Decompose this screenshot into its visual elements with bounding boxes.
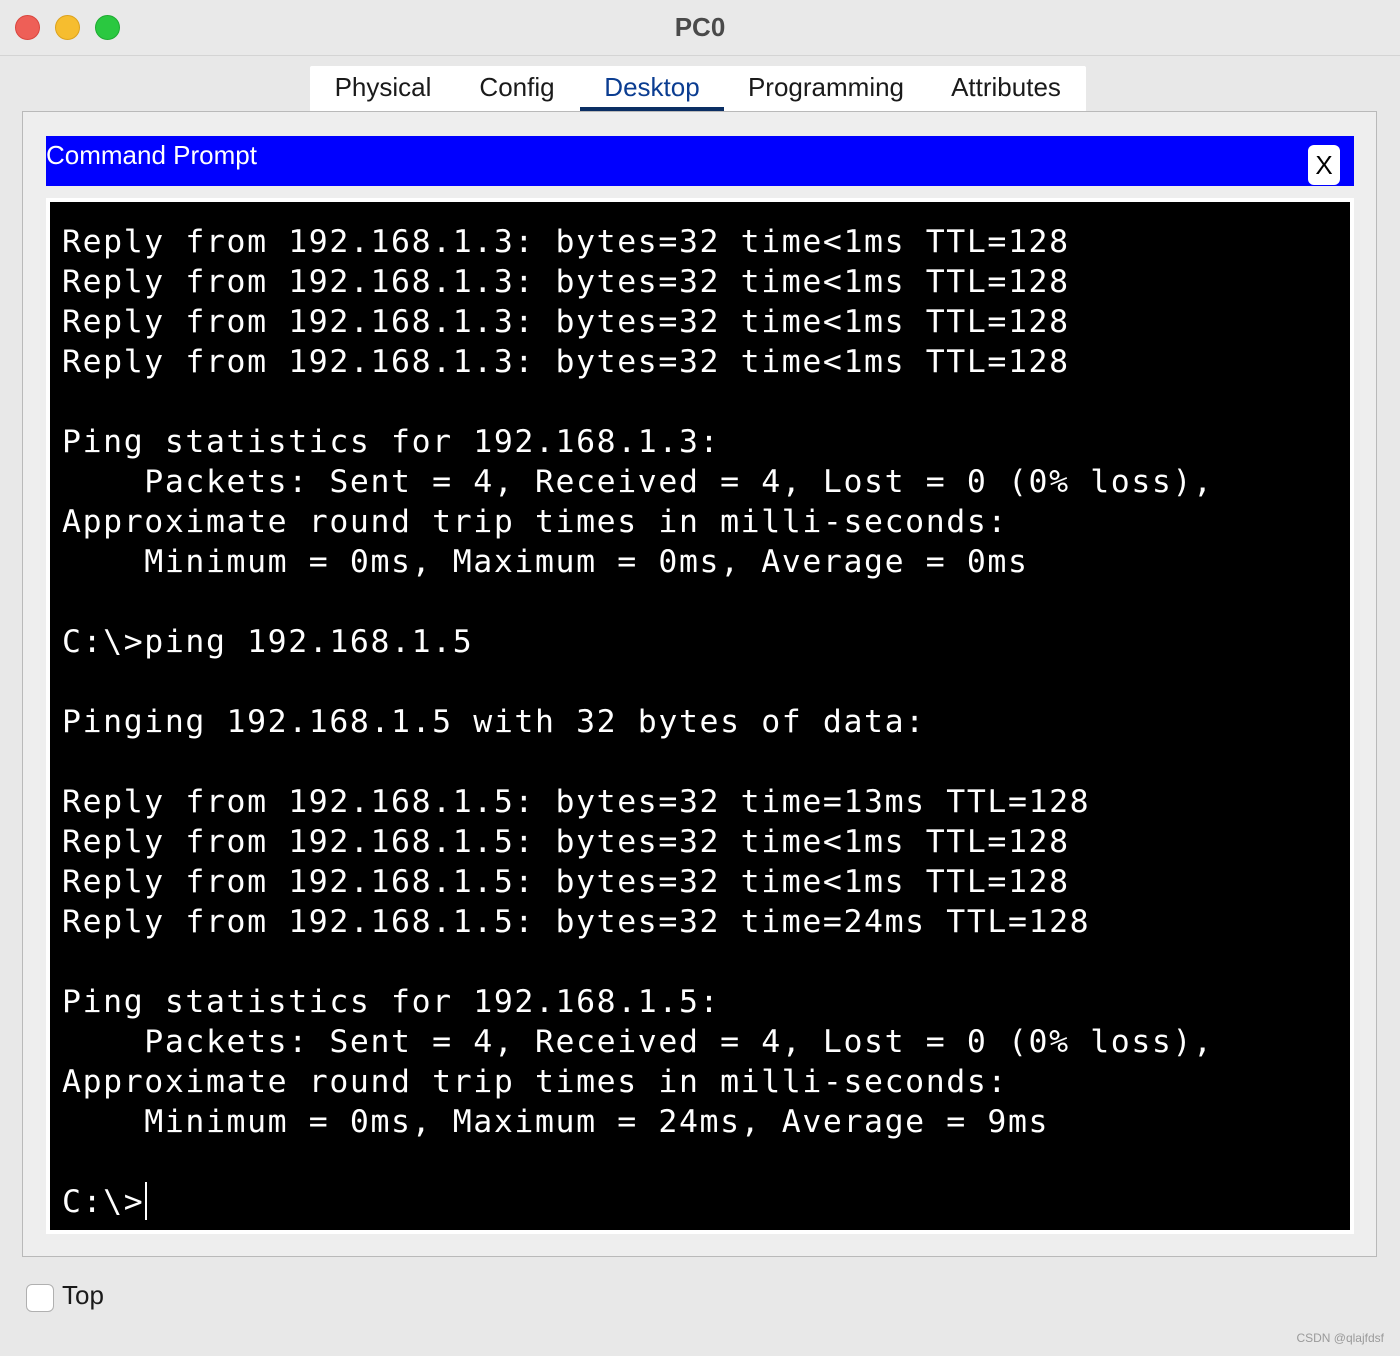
terminal-line: Reply from 192.168.1.5: bytes=32 time=13…: [62, 784, 1091, 820]
terminal-line: Reply from 192.168.1.5: bytes=32 time=24…: [62, 904, 1091, 940]
terminal-line: C:\>ping 192.168.1.5: [62, 624, 474, 660]
terminal-line: Approximate round trip times in milli-se…: [62, 504, 1008, 540]
text-cursor: [145, 1182, 148, 1220]
window-titlebar: PC0: [0, 0, 1400, 56]
terminal-line: Approximate round trip times in milli-se…: [62, 1064, 1008, 1100]
terminal-line: Minimum = 0ms, Maximum = 24ms, Average =…: [62, 1104, 1050, 1140]
terminal-prompt-line[interactable]: C:\>: [62, 1182, 1350, 1222]
terminal-line: Reply from 192.168.1.5: bytes=32 time<1m…: [62, 824, 1070, 860]
tab-desktop[interactable]: Desktop: [580, 66, 724, 112]
command-prompt-title: Command Prompt: [46, 140, 257, 170]
command-prompt-header: Command Prompt X: [46, 136, 1354, 186]
terminal-output[interactable]: Reply from 192.168.1.3: bytes=32 time<1m…: [50, 202, 1350, 1230]
terminal-prompt: C:\>: [62, 1184, 145, 1220]
command-prompt-close-button[interactable]: X: [1308, 145, 1340, 185]
terminal-line: Reply from 192.168.1.3: bytes=32 time<1m…: [62, 344, 1070, 380]
tab-attributes[interactable]: Attributes: [940, 66, 1072, 112]
terminal-line: Packets: Sent = 4, Received = 4, Lost = …: [62, 1024, 1214, 1060]
terminal-line: Reply from 192.168.1.3: bytes=32 time<1m…: [62, 304, 1070, 340]
tab-programming[interactable]: Programming: [742, 66, 910, 112]
terminal-line: Ping statistics for 192.168.1.3:: [62, 424, 721, 460]
window-title: PC0: [674, 12, 726, 42]
tab-bar: Physical Config Desktop Programming Attr…: [310, 66, 1086, 112]
terminal-frame: Reply from 192.168.1.3: bytes=32 time<1m…: [46, 198, 1354, 1234]
terminal-line: Reply from 192.168.1.3: bytes=32 time<1m…: [62, 264, 1070, 300]
tab-config[interactable]: Config: [470, 66, 564, 112]
terminal-line: Minimum = 0ms, Maximum = 0ms, Average = …: [62, 544, 1029, 580]
top-checkbox-label: Top: [62, 1280, 104, 1310]
terminal-line: Packets: Sent = 4, Received = 4, Lost = …: [62, 464, 1214, 500]
terminal-line: Pinging 192.168.1.5 with 32 bytes of dat…: [62, 704, 926, 740]
tab-physical[interactable]: Physical: [324, 66, 442, 112]
watermark: CSDN @qlajfdsf: [1296, 1331, 1384, 1345]
terminal-line: Ping statistics for 192.168.1.5:: [62, 984, 721, 1020]
terminal-line: Reply from 192.168.1.5: bytes=32 time<1m…: [62, 864, 1070, 900]
top-checkbox[interactable]: [26, 1284, 54, 1312]
terminal-line: Reply from 192.168.1.3: bytes=32 time<1m…: [62, 224, 1070, 260]
